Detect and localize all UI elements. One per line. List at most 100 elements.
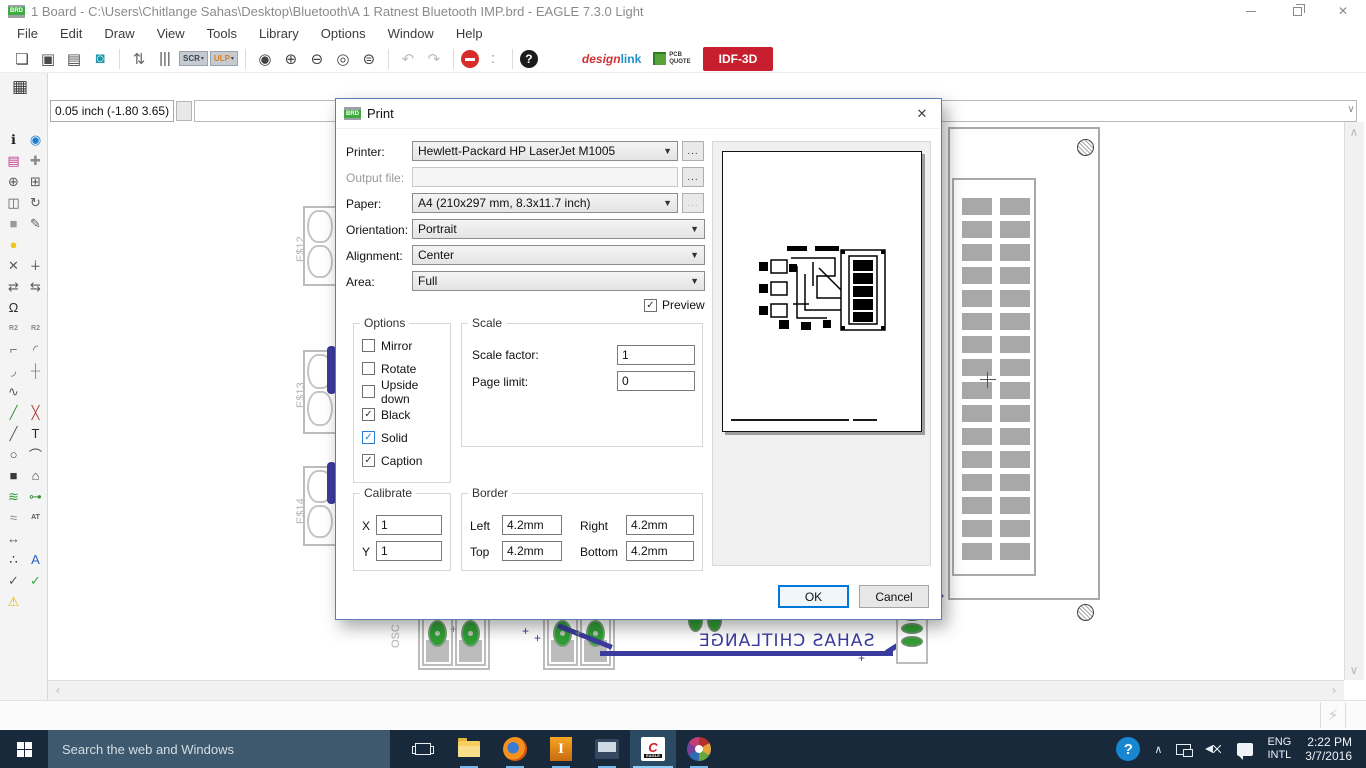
network-icon[interactable] (1176, 743, 1194, 757)
orientation-select[interactable]: Portrait ▼ (412, 219, 705, 239)
ratsnest-tool[interactable]: ∴ (3, 550, 24, 569)
via-tool[interactable]: ≋ (3, 487, 24, 506)
printer-select[interactable]: Hewlett-Packard HP LaserJet M1005 ▼ (412, 141, 678, 161)
scroll-down-icon[interactable]: ∨ (1346, 662, 1362, 678)
polygon-tool[interactable]: ⌂ (25, 466, 46, 485)
taskbar-search-input[interactable]: Search the web and Windows (48, 730, 390, 768)
page-limit-input[interactable] (617, 371, 695, 391)
taskbar-picasa[interactable] (676, 730, 722, 768)
pcb-quote-logo[interactable]: PCB QUOTE (653, 52, 691, 65)
save-icon[interactable]: ▣ (36, 47, 60, 71)
paper-select[interactable]: A4 (210x297 mm, 8.3x11.7 inch) ▼ (412, 193, 678, 213)
alignment-select[interactable]: Center ▼ (412, 245, 705, 265)
ripup-tool[interactable]: ╳ (25, 403, 46, 422)
taskbar-task-view[interactable] (400, 730, 446, 768)
pinswap-tool[interactable]: ⇄ (3, 277, 24, 296)
printer-browse-button[interactable]: ... (682, 141, 704, 161)
option-solid-checkbox[interactable]: ✓ Solid (354, 426, 450, 449)
calibrate-y-input[interactable] (376, 541, 442, 561)
info-tool[interactable]: ℹ (3, 130, 24, 149)
language-indicator[interactable]: ENG INTL (1267, 736, 1291, 762)
add-tool[interactable]: ∔ (25, 256, 46, 275)
area-select[interactable]: Full ▼ (412, 271, 705, 291)
ulp-button[interactable]: ULP ▾ (209, 51, 238, 66)
paint-tool[interactable]: ● (3, 235, 24, 254)
signal-tool[interactable]: ⊶ (25, 487, 46, 506)
zoom-redraw-icon[interactable]: ⊜ (357, 47, 381, 71)
open-board-icon[interactable]: ❏ (10, 47, 34, 71)
help-tray-icon[interactable]: ? (1116, 737, 1141, 761)
coordinate-mini-button[interactable] (176, 101, 192, 121)
option-caption-checkbox[interactable]: ✓ Caption (354, 449, 450, 472)
export-image-icon[interactable]: ◙ (88, 47, 112, 71)
scroll-left-icon[interactable]: ‹ (50, 682, 66, 698)
ok-button[interactable]: OK (778, 585, 849, 608)
help-icon[interactable]: ? (519, 49, 538, 68)
menu-options[interactable]: Options (310, 23, 377, 44)
taskbar-impact[interactable]: I (538, 730, 584, 768)
mark-tool[interactable]: ✚ (25, 151, 46, 170)
stop-icon[interactable] (460, 49, 479, 68)
output-file-browse-button[interactable]: ... (682, 167, 704, 187)
option-black-checkbox[interactable]: ✓ Black (354, 403, 450, 426)
designlink-logo[interactable]: designlink (582, 52, 641, 66)
notifications-icon[interactable] (1237, 742, 1254, 760)
menu-window[interactable]: Window (377, 23, 445, 44)
group-tool[interactable]: ■ (3, 214, 24, 233)
drc-tool[interactable]: ✓ (3, 571, 24, 590)
volume-muted-icon[interactable] (1205, 742, 1223, 756)
calibrate-x-input[interactable] (376, 515, 442, 535)
move-tool[interactable]: ⊕ (3, 172, 24, 191)
command-history-chevron-icon[interactable]: ∨ (1344, 104, 1358, 118)
zoom-fit-icon[interactable]: ◉ (253, 47, 277, 71)
arc-tool[interactable]: ⌒ (25, 445, 46, 464)
attribute-tool[interactable]: AT (25, 508, 46, 527)
copy-tool[interactable]: ⊞ (25, 172, 46, 191)
name-tool[interactable]: R2 (3, 319, 24, 338)
menu-library[interactable]: Library (248, 23, 310, 44)
events-bolt-icon[interactable]: ⚡ (1320, 702, 1346, 728)
undo-icon[interactable]: ↶ (396, 47, 420, 71)
display-layers-icon[interactable]: ||| (153, 47, 177, 71)
show-tool[interactable]: ◉ (25, 130, 46, 149)
scale-factor-input[interactable] (617, 345, 695, 365)
script-button[interactable]: SCR ▾ (179, 51, 208, 66)
route-tool[interactable]: ╱ (3, 403, 24, 422)
border-left-input[interactable] (502, 515, 562, 535)
menu-tools[interactable]: Tools (196, 23, 248, 44)
delete-tool[interactable]: ✕ (3, 256, 24, 275)
idf-3d-button[interactable]: IDF-3D (702, 46, 774, 71)
print-icon[interactable]: ▤ (62, 47, 86, 71)
clock[interactable]: 2:22 PM 3/7/2016 (1305, 735, 1352, 763)
taskbar-device[interactable] (584, 730, 630, 768)
value-tool[interactable]: R2 (25, 319, 46, 338)
border-right-input[interactable] (626, 515, 694, 535)
rect-tool[interactable]: ■ (3, 466, 24, 485)
menu-draw[interactable]: Draw (93, 23, 145, 44)
taskbar-file-explorer[interactable] (446, 730, 492, 768)
lock-tool[interactable]: Ω (3, 298, 24, 317)
grid-button[interactable]: ▦ (8, 76, 32, 98)
circle-tool[interactable]: ○ (3, 445, 24, 464)
errors-tool[interactable]: ✓ (25, 571, 46, 590)
scroll-right-icon[interactable]: › (1326, 682, 1342, 698)
zoom-select-icon[interactable]: ◎ (331, 47, 355, 71)
tray-chevron-icon[interactable]: ∧ (1154, 743, 1162, 756)
output-file-input[interactable] (412, 167, 678, 187)
optimize-tool[interactable]: ┼ (25, 361, 46, 380)
restore-button[interactable] (1274, 0, 1320, 22)
option-mirror-checkbox[interactable]: Mirror (354, 334, 450, 357)
text-tool[interactable]: T (25, 424, 46, 443)
minimize-button[interactable] (1228, 0, 1274, 22)
v-scrollbar[interactable] (1344, 122, 1364, 680)
hole-tool[interactable]: ≈ (3, 508, 24, 527)
border-top-input[interactable] (502, 541, 562, 561)
rotate-tool[interactable]: ↻ (25, 193, 46, 212)
print-dialog-titlebar[interactable]: BRD Print (336, 99, 941, 129)
autorouter-tool[interactable]: A (25, 550, 46, 569)
print-dialog-close-icon[interactable]: ✕ (913, 105, 931, 123)
redo-icon[interactable]: ↷ (422, 47, 446, 71)
close-button[interactable]: ✕ (1320, 0, 1366, 22)
smash-tool[interactable]: ⌐ (3, 340, 24, 359)
traffic-light-icon[interactable]: : (481, 47, 505, 71)
